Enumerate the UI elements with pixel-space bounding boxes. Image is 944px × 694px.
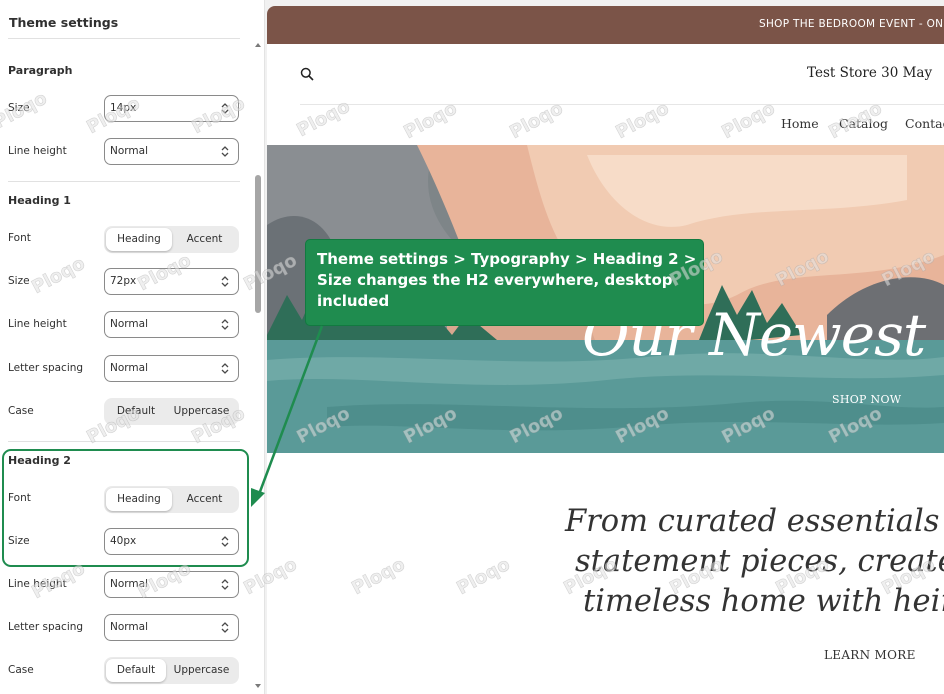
updown-chevron-icon (221, 276, 229, 287)
paragraph-line-height-label: Line height (8, 145, 67, 157)
updown-chevron-icon (221, 579, 229, 590)
scroll-down-arrow-icon[interactable] (253, 681, 263, 691)
paragraph-size-select[interactable]: 14px (104, 95, 239, 122)
select-value: 14px (110, 102, 137, 114)
tagline-line-1: From curated essentials to th (565, 504, 944, 539)
paragraph-size-label: Size (8, 102, 30, 114)
updown-chevron-icon (221, 363, 229, 374)
paragraph-line-height-select[interactable]: Normal (104, 138, 239, 165)
store-preview: SHOP THE BEDROOM EVENT - ON Test Store 3… (267, 6, 944, 694)
annotation-callout: Theme settings > Typography > Heading 2 … (305, 239, 704, 326)
heading1-font-toggle: Heading Accent (104, 226, 239, 253)
select-value: Normal (110, 621, 148, 633)
heading2-letter-spacing-label: Letter spacing (8, 621, 84, 633)
select-value: Normal (110, 578, 148, 590)
heading2-case-uppercase-option[interactable]: Uppercase (166, 659, 237, 682)
tagline-line-3: timeless home with heirloon (583, 584, 944, 619)
announcement-bar[interactable]: SHOP THE BEDROOM EVENT - ON (267, 6, 944, 44)
heading2-line-height-select[interactable]: Normal (104, 571, 239, 598)
tagline-line-2: statement pieces, create the j (575, 544, 944, 579)
callout-text: Theme settings > Typography > Heading 2 … (317, 250, 697, 310)
select-value: 72px (110, 275, 137, 287)
updown-chevron-icon (221, 146, 229, 157)
search-icon[interactable] (300, 67, 314, 81)
nav-contact[interactable]: Contac (905, 116, 944, 131)
updown-chevron-icon (221, 319, 229, 330)
nav-catalog[interactable]: Catalog (839, 116, 888, 131)
heading1-letter-spacing-label: Letter spacing (8, 362, 84, 374)
select-value: Normal (110, 362, 148, 374)
heading1-font-accent-option[interactable]: Accent (172, 228, 237, 251)
panel-scrollbar[interactable] (253, 40, 263, 694)
paragraph-section-title: Paragraph (8, 64, 73, 77)
heading2-case-label: Case (8, 664, 34, 676)
scroll-thumb[interactable] (255, 175, 261, 313)
heading1-section-title: Heading 1 (8, 194, 71, 207)
heading1-line-height-label: Line height (8, 318, 67, 330)
heading2-case-default-option[interactable]: Default (106, 659, 166, 682)
select-value: Normal (110, 318, 148, 330)
scroll-up-arrow-icon[interactable] (253, 40, 263, 50)
store-title[interactable]: Test Store 30 May (807, 65, 932, 81)
heading1-size-select[interactable]: 72px (104, 268, 239, 295)
heading1-size-label: Size (8, 275, 30, 287)
panel-title: Theme settings (9, 15, 119, 30)
divider (8, 181, 240, 182)
shop-now-link[interactable]: SHOP NOW (832, 393, 901, 406)
theme-settings-panel: Theme settings Paragraph Size 14px Line … (0, 0, 265, 694)
select-value: Normal (110, 145, 148, 157)
header-divider (300, 104, 944, 105)
heading1-letter-spacing-select[interactable]: Normal (104, 355, 239, 382)
heading2-highlight-box (2, 449, 249, 567)
heading1-case-label: Case (8, 405, 34, 417)
updown-chevron-icon (221, 103, 229, 114)
nav-home[interactable]: Home (781, 116, 819, 131)
divider (8, 441, 240, 442)
updown-chevron-icon (221, 622, 229, 633)
heading1-case-toggle: Default Uppercase (104, 398, 239, 425)
heading1-font-heading-option[interactable]: Heading (106, 228, 172, 251)
heading2-case-toggle: Default Uppercase (104, 657, 239, 684)
heading2-letter-spacing-select[interactable]: Normal (104, 614, 239, 641)
divider (8, 38, 240, 39)
heading1-font-label: Font (8, 232, 31, 244)
learn-more-link[interactable]: LEARN MORE (824, 648, 916, 662)
heading1-case-uppercase-option[interactable]: Uppercase (166, 400, 237, 423)
heading1-case-default-option[interactable]: Default (106, 400, 166, 423)
heading2-line-height-label: Line height (8, 578, 67, 590)
heading1-line-height-select[interactable]: Normal (104, 311, 239, 338)
announcement-text: SHOP THE BEDROOM EVENT - ON (759, 18, 944, 30)
